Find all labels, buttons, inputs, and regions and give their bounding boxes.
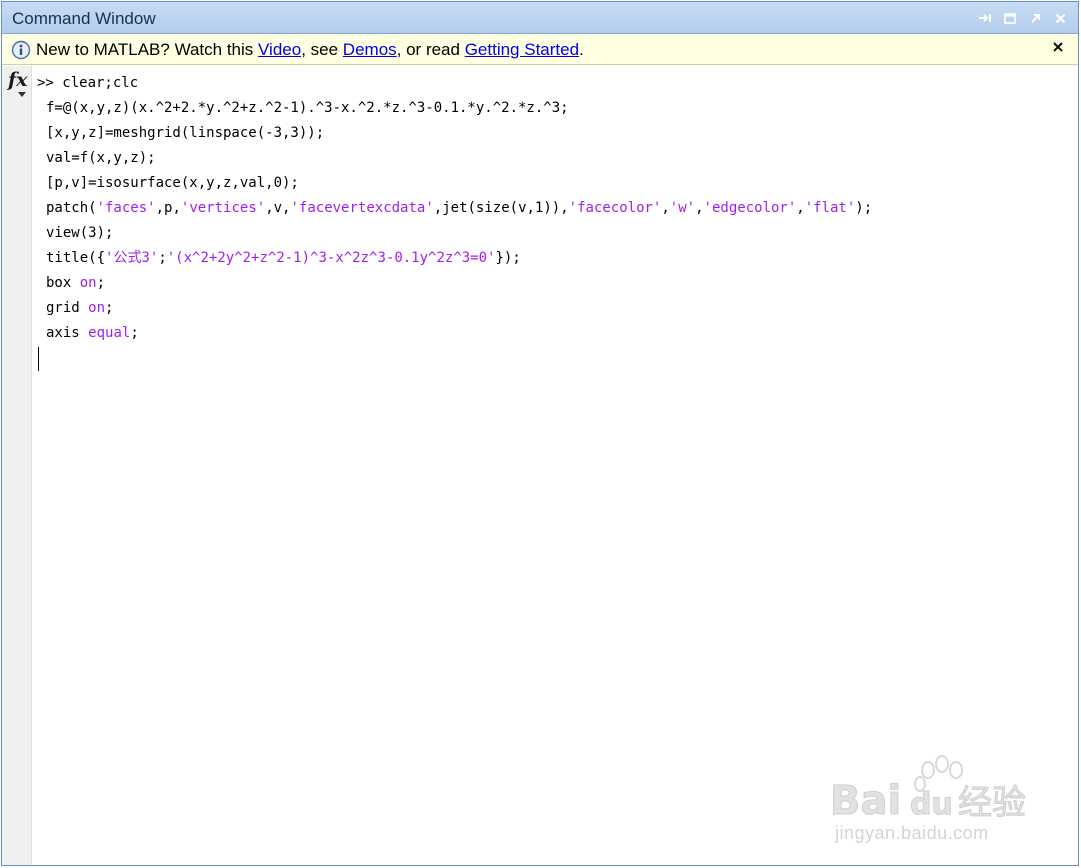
string-literal: '公式3' — [105, 250, 159, 266]
info-bar: New to MATLAB? Watch this Video, see Dem… — [2, 34, 1078, 65]
svg-text:du: du — [910, 787, 953, 822]
code-line: val=f(x,y,z); — [37, 149, 1078, 174]
code-text: box — [46, 275, 80, 291]
info-icon — [11, 40, 31, 60]
watermark-url: jingyan.baidu.com — [835, 823, 989, 843]
code-line: grid on; — [37, 299, 1078, 324]
fx-label: fx — [8, 69, 28, 91]
demos-link[interactable]: Demos — [343, 40, 397, 59]
command-gutter: fx — [2, 66, 32, 865]
popout-icon[interactable] — [1027, 10, 1043, 26]
command-history[interactable]: >> clear;clc f=@(x,y,z)(x.^2+2.*y.^2+z.^2… — [37, 74, 1078, 371]
string-literal: 'facecolor' — [568, 200, 662, 216]
code-text: axis — [46, 325, 89, 341]
text-cursor — [38, 347, 39, 371]
code-text: patch( — [46, 200, 97, 216]
info-suffix: . — [579, 40, 584, 59]
code-text: grid — [46, 300, 89, 316]
string-literal: 'facevertexcdata' — [290, 200, 434, 216]
prompt-line: >> clear;clc — [37, 74, 1078, 99]
info-prefix: New to MATLAB? Watch this — [36, 40, 259, 59]
code-text: ,p, — [155, 200, 181, 216]
string-literal: 'vertices' — [180, 200, 266, 216]
string-literal: equal — [88, 325, 131, 341]
code-line: view(3); — [37, 224, 1078, 249]
command-window: Command Window New to MATLAB? Watch this… — [1, 1, 1079, 866]
info-message: New to MATLAB? Watch this Video, see Dem… — [36, 40, 584, 60]
code-line: title({'公式3';'(x^2+2y^2+z^2-1)^3-x^2z^3-… — [37, 249, 1078, 274]
code-line: [p,v]=isosurface(x,y,z,val,0); — [37, 174, 1078, 199]
title-bar: Command Window — [2, 2, 1078, 34]
code-text: val=f(x,y,z); — [46, 150, 156, 166]
string-literal: 'flat' — [804, 200, 856, 216]
code-line: box on; — [37, 274, 1078, 299]
code-text: ,jet(size(v,1)), — [433, 200, 569, 216]
code-text: ; — [130, 325, 139, 341]
code-line: [x,y,z]=meshgrid(linspace(-3,3)); — [37, 124, 1078, 149]
close-icon[interactable] — [1052, 10, 1068, 26]
code-text: }); — [495, 250, 521, 266]
code-text: , — [796, 200, 805, 216]
code-text: ); — [855, 200, 873, 216]
code-text: [p,v]=isosurface(x,y,z,val,0); — [46, 175, 299, 191]
code-text: , — [695, 200, 704, 216]
window-title: Command Window — [12, 9, 156, 28]
function-browser-button[interactable]: fx — [8, 71, 30, 97]
code-text: ; — [158, 250, 167, 266]
code-line: f=@(x,y,z)(x.^2+2.*y.^2+z.^2-1).^3-x.^2.… — [37, 99, 1078, 124]
string-literal: on — [88, 300, 106, 316]
svg-text:经验: 经验 — [958, 783, 1026, 823]
undock-icon[interactable] — [977, 10, 993, 26]
window-controls — [977, 10, 1068, 26]
code-text: title({ — [46, 250, 106, 266]
code-text: >> clear;clc — [37, 75, 139, 91]
code-text: ; — [96, 275, 106, 291]
maximize-icon[interactable] — [1002, 10, 1018, 26]
string-literal: '(x^2+2y^2+z^2-1)^3-x^2z^3-0.1y^2z^3=0' — [166, 250, 496, 266]
string-literal: 'w' — [669, 200, 696, 216]
code-line: patch('faces',p,'vertices',v,'facevertex… — [37, 199, 1078, 224]
code-text: , — [661, 200, 670, 216]
info-separator-1: , see — [301, 40, 343, 59]
info-close-icon[interactable] — [1051, 40, 1067, 56]
code-text: ,v, — [265, 200, 291, 216]
code-text: ; — [105, 300, 114, 316]
chevron-down-icon — [18, 92, 26, 97]
svg-text:Bai: Bai — [830, 778, 901, 824]
string-literal: 'faces' — [96, 200, 156, 216]
code-text: view(3); — [46, 225, 114, 241]
video-link[interactable]: Video — [258, 40, 301, 59]
info-separator-2: , or read — [396, 40, 465, 59]
code-text: [x,y,z]=meshgrid(linspace(-3,3)); — [46, 125, 325, 141]
string-literal: 'edgecolor' — [703, 200, 797, 216]
getting-started-link[interactable]: Getting Started — [465, 40, 579, 59]
code-line: axis equal; — [37, 324, 1078, 349]
string-literal: on — [79, 275, 97, 291]
code-text: f=@(x,y,z)(x.^2+2.*y.^2+z.^2-1).^3-x.^2.… — [46, 100, 569, 116]
